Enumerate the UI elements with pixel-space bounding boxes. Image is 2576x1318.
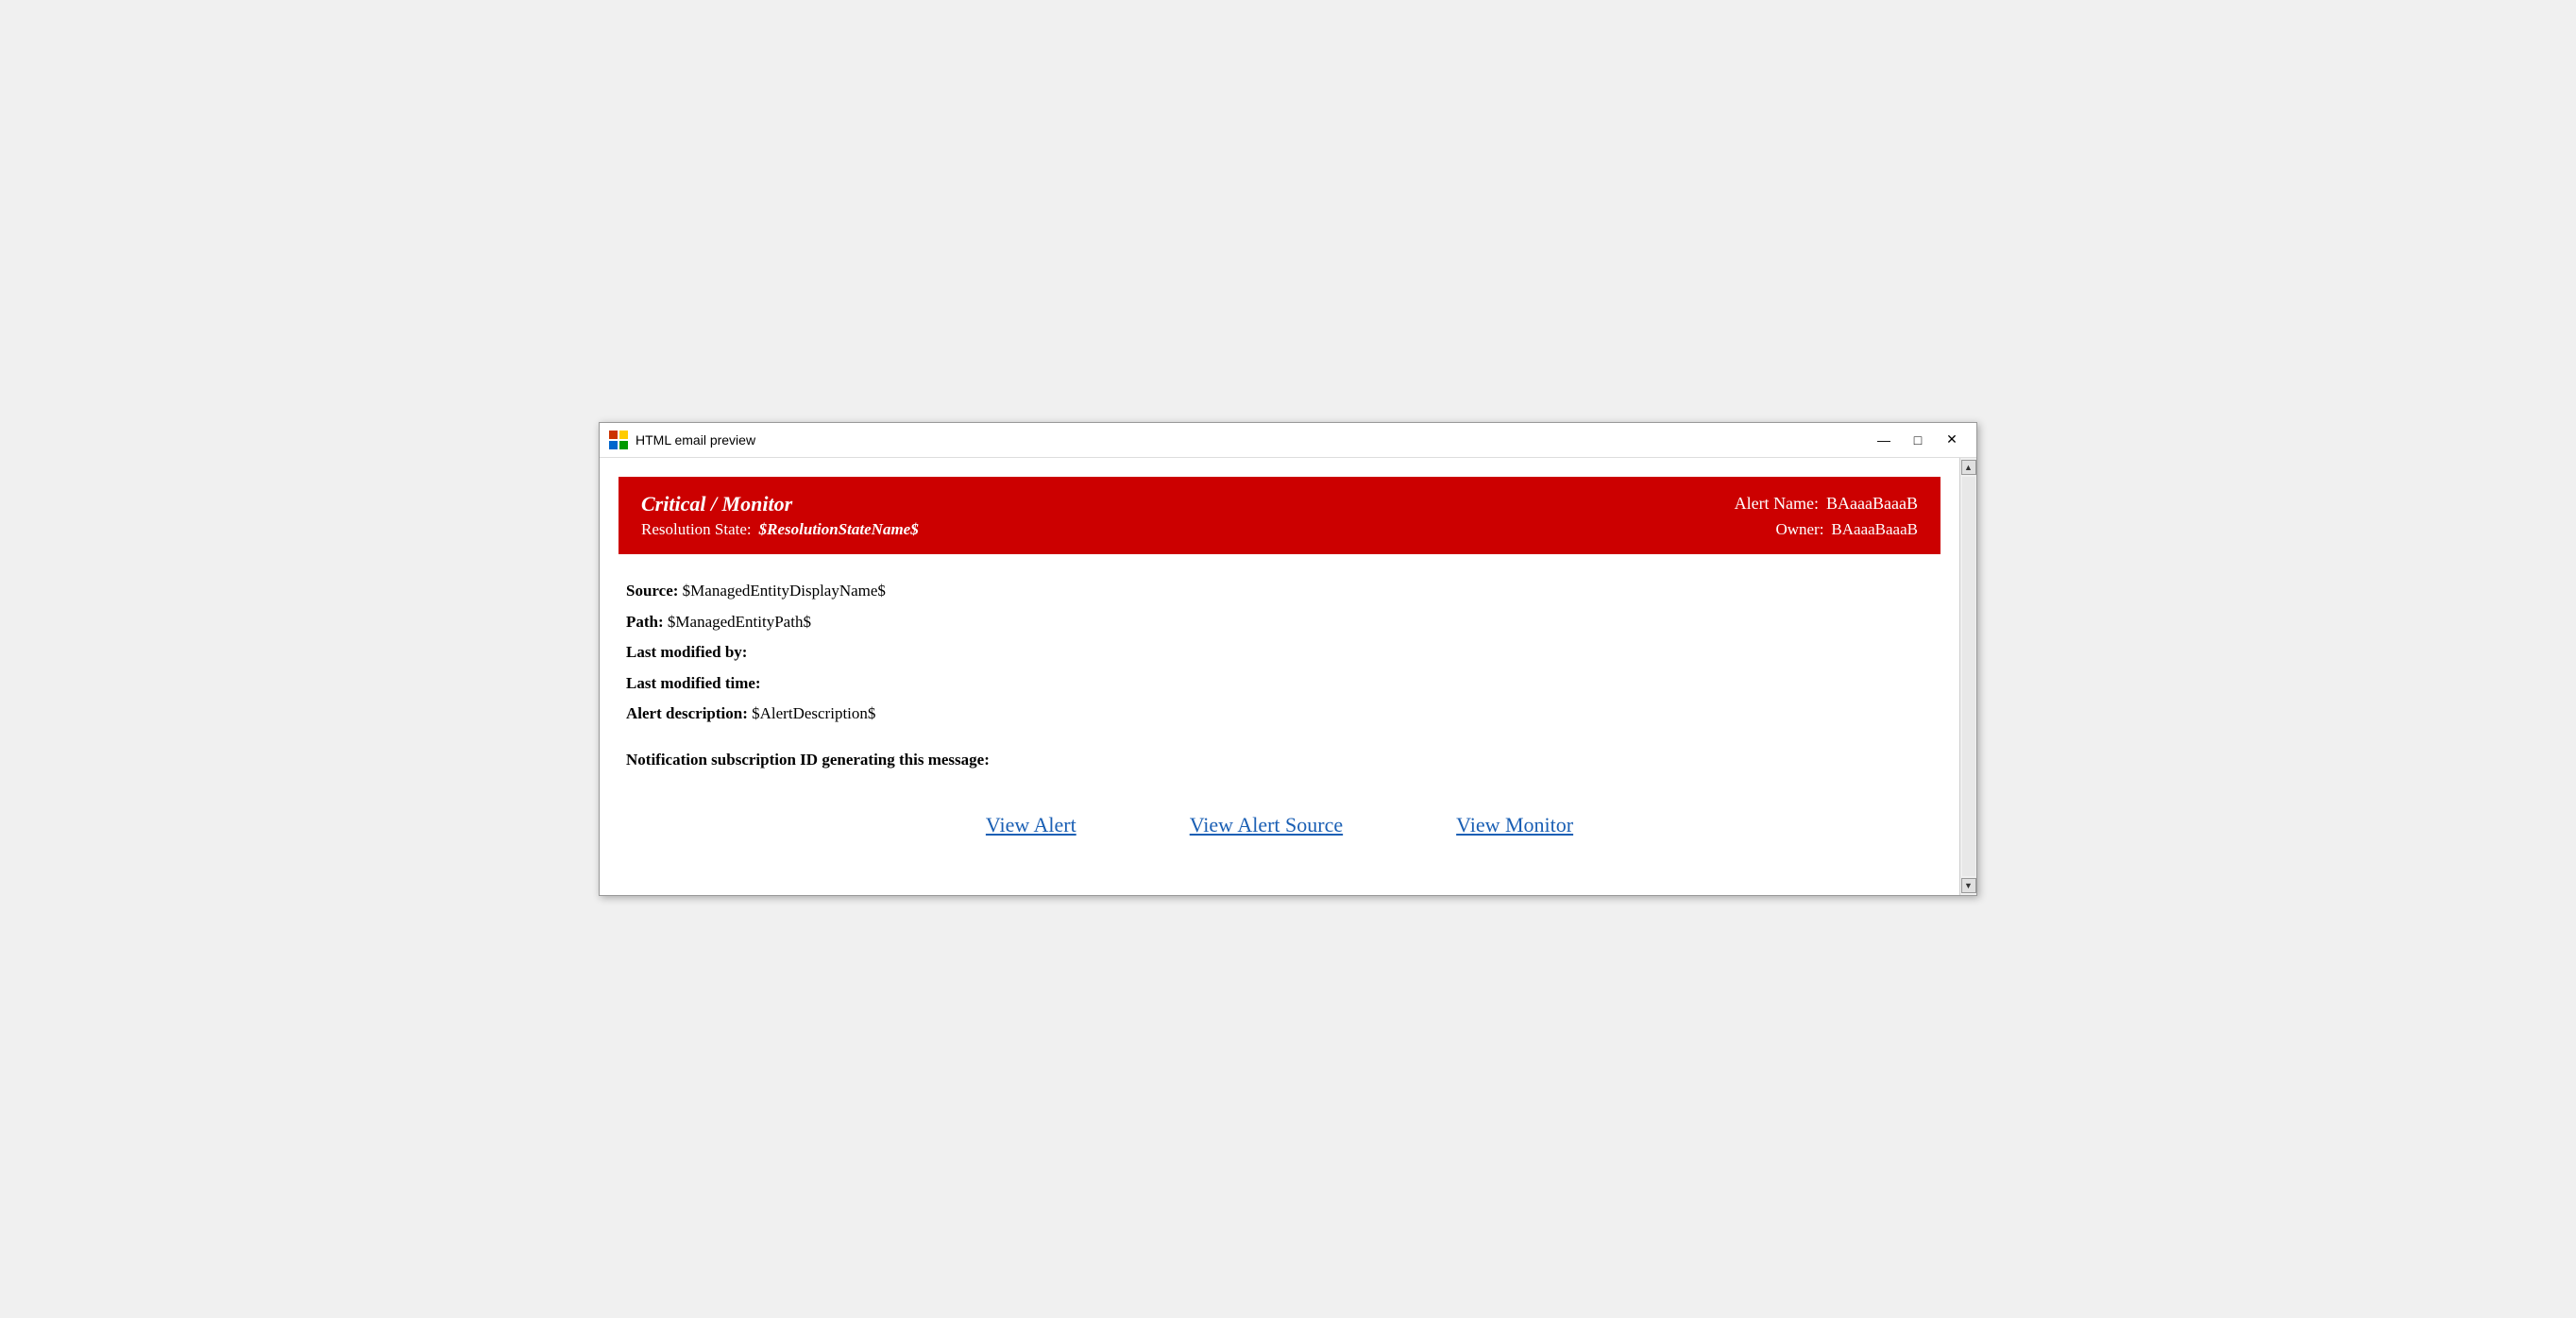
view-alert-source-link[interactable]: View Alert Source (1190, 806, 1343, 844)
scroll-up-arrow[interactable]: ▲ (1961, 460, 1976, 475)
alert-header-row-2: Resolution State: $ResolutionStateName$ … (641, 520, 1918, 539)
last-modified-time-line: Last modified time: (626, 669, 1933, 699)
main-area: Critical / Monitor Alert Name: BAaaaBaaa… (600, 458, 1959, 895)
alert-type: Critical / Monitor (641, 492, 1735, 516)
window-content: Critical / Monitor Alert Name: BAaaaBaaa… (600, 458, 1976, 895)
last-modified-by-line: Last modified by: (626, 638, 1933, 667)
close-button[interactable]: ✕ (1937, 429, 1967, 451)
resolution-label: Resolution State: (641, 520, 752, 539)
alert-description-value: $AlertDescription$ (752, 704, 875, 722)
alert-header: Critical / Monitor Alert Name: BAaaaBaaa… (619, 477, 1940, 554)
source-line: Source: $ManagedEntityDisplayName$ (626, 577, 1933, 606)
source-value: $ManagedEntityDisplayName$ (683, 582, 886, 600)
path-line: Path: $ManagedEntityPath$ (626, 608, 1933, 637)
last-modified-time-label: Last modified time: (626, 674, 761, 692)
view-monitor-link[interactable]: View Monitor (1456, 806, 1573, 844)
email-body: Source: $ManagedEntityDisplayName$ Path:… (600, 554, 1959, 895)
source-label: Source: (626, 582, 678, 600)
window-controls: — □ ✕ (1869, 429, 1967, 451)
alert-name-label: Alert Name: (1735, 494, 1819, 514)
notification-line: Notification subscription ID generating … (626, 746, 1933, 775)
owner-value: BAaaaBaaaB (1831, 520, 1918, 539)
alert-header-row-1: Critical / Monitor Alert Name: BAaaaBaaa… (641, 492, 1918, 516)
main-window: HTML email preview — □ ✕ Critical / Moni… (599, 422, 1977, 896)
scroll-down-arrow[interactable]: ▼ (1961, 878, 1976, 893)
owner-label: Owner: (1775, 520, 1823, 539)
alert-name-value: BAaaaBaaaB (1826, 494, 1918, 514)
window-title: HTML email preview (636, 432, 1869, 448)
resolution-value: $ResolutionStateName$ (759, 520, 1776, 539)
alert-description-line: Alert description: $AlertDescription$ (626, 700, 1933, 729)
last-modified-by-label: Last modified by: (626, 643, 747, 661)
maximize-button[interactable]: □ (1903, 429, 1933, 451)
title-bar: HTML email preview — □ ✕ (600, 423, 1976, 458)
scroll-track[interactable] (1962, 477, 1975, 876)
path-value: $ManagedEntityPath$ (668, 613, 811, 631)
view-alert-link[interactable]: View Alert (986, 806, 1076, 844)
app-icon (609, 431, 628, 449)
minimize-button[interactable]: — (1869, 429, 1899, 451)
links-area: View Alert View Alert Source View Monito… (626, 797, 1933, 872)
alert-description-label: Alert description: (626, 704, 748, 722)
path-label: Path: (626, 613, 664, 631)
scrollbar-right[interactable]: ▲ ▼ (1959, 458, 1976, 895)
